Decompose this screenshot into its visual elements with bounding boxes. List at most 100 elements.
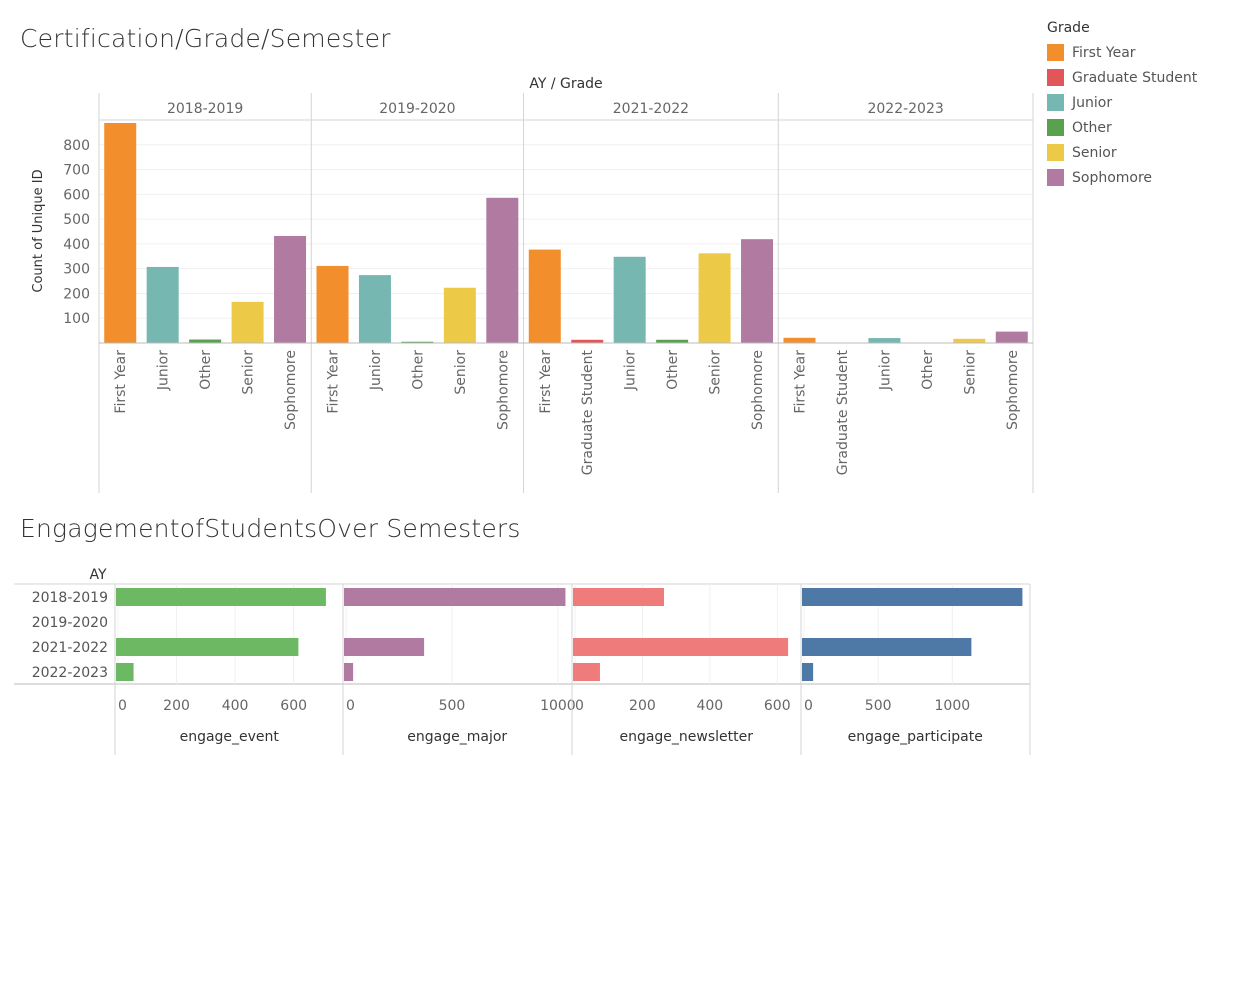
- bar-2022-2023-senior: [953, 338, 986, 343]
- bar-2021-2022-sophomore: [741, 239, 774, 343]
- bar-2019-2020-junior: [358, 275, 391, 343]
- row-label-2022-2023: 2022-2023: [32, 665, 108, 681]
- legend-swatch: [1047, 144, 1064, 161]
- legend-swatch: [1047, 44, 1064, 61]
- x-tick-label: Junior: [623, 350, 639, 391]
- legend-item-junior[interactable]: Junior: [1047, 90, 1197, 115]
- legend-label: Other: [1072, 119, 1112, 136]
- bar-engage-major-2021-2022: [344, 638, 425, 656]
- panel-header-2019-2020: 2019-2020: [379, 101, 455, 117]
- x-tick-label: Senior: [708, 350, 724, 395]
- axis-title-engage-major: engage_major: [407, 729, 507, 745]
- y-tick-label: 300: [63, 262, 90, 278]
- y-tick-label: 500: [63, 212, 90, 228]
- y-tick-label: 400: [63, 237, 90, 253]
- y-tick-label: 600: [63, 187, 90, 203]
- bar-2019-2020-sophomore: [486, 197, 519, 343]
- legend-label: Sophomore: [1072, 169, 1153, 186]
- y-tick-label: 200: [63, 286, 90, 302]
- x-tick-label: 1000: [935, 698, 971, 714]
- legend-swatch: [1047, 94, 1064, 111]
- x-tick-label: Junior: [156, 350, 172, 391]
- legend-item-other[interactable]: Other: [1047, 115, 1197, 140]
- engagement-bar-chart: AY 2018-2019 2019-2020 2021-2022 2022-2023 0 2…: [14, 567, 1031, 755]
- row-label-2019-2020: 2019-2020: [32, 615, 108, 631]
- row-header: AY: [89, 567, 106, 583]
- y-axis-title: Count of Unique ID: [31, 169, 46, 292]
- x-tick-label: 0: [575, 698, 584, 714]
- x-tick-label: First Year: [326, 350, 342, 414]
- bar-2022-2023-junior: [868, 338, 901, 343]
- x-tick-label: Other: [920, 350, 936, 390]
- axis-title-engage-participate: engage_participate: [848, 729, 983, 745]
- bar-engage-event-2018-2019: [116, 588, 326, 606]
- x-tick-label: Sophomore: [1005, 350, 1021, 430]
- x-tick-label: Other: [198, 350, 214, 390]
- x-tick-label: Sophomore: [283, 350, 299, 430]
- bar-engage-participate-2021-2022: [802, 638, 972, 656]
- x-tick-label: 400: [222, 698, 249, 714]
- x-tick-label: Other: [665, 350, 681, 390]
- y-tick-label: 800: [63, 138, 90, 154]
- bar-2018-2019-other: [189, 339, 222, 343]
- x-tick-label: First Year: [538, 350, 554, 414]
- x-tick-label: 600: [764, 698, 791, 714]
- legend-item-graduate-student[interactable]: Graduate Student: [1047, 65, 1197, 90]
- x-tick-label: 0: [346, 698, 355, 714]
- bar-2022-2023-first-year: [783, 337, 816, 343]
- bar-engage-newsletter-2022-2023: [573, 663, 600, 681]
- x-tick-label: Junior: [877, 350, 893, 391]
- axis-title-engage-newsletter: engage_newsletter: [619, 729, 753, 745]
- x-tick-label: 200: [629, 698, 656, 714]
- chart-title-engagement: EngagementofStudentsOver Semesters: [20, 514, 521, 543]
- y-tick-label: 100: [63, 311, 90, 327]
- bar-2018-2019-junior: [146, 266, 179, 343]
- x-tick-label: Senior: [241, 350, 257, 395]
- legend-label: First Year: [1072, 44, 1136, 61]
- bar-2019-2020-first-year: [316, 265, 349, 343]
- axis-title-engage-event: engage_event: [180, 729, 280, 745]
- panel-header-2018-2019: 2018-2019: [167, 101, 243, 117]
- bar-engage-major-2022-2023: [344, 663, 354, 681]
- bar-engage-event-2022-2023: [116, 663, 134, 681]
- x-tick-label: 0: [804, 698, 813, 714]
- bar-engage-participate-2022-2023: [802, 663, 814, 681]
- bar-engage-participate-2018-2019: [802, 588, 1023, 606]
- legend-item-sophomore[interactable]: Sophomore: [1047, 165, 1197, 190]
- x-tick-label: First Year: [793, 350, 809, 414]
- bar-2018-2019-sophomore: [274, 235, 307, 343]
- x-tick-label: Sophomore: [750, 350, 766, 430]
- x-tick-label: Other: [410, 350, 426, 390]
- x-tick-label: 200: [163, 698, 190, 714]
- x-tick-label: 1000: [540, 698, 576, 714]
- legend-swatch: [1047, 169, 1064, 186]
- x-tick-label: First Year: [113, 350, 129, 414]
- bar-2021-2022-first-year: [528, 249, 561, 343]
- panel-header-2022-2023: 2022-2023: [867, 101, 943, 117]
- row-label-2018-2019: 2018-2019: [32, 590, 108, 606]
- legend-label: Junior: [1072, 94, 1113, 111]
- x-tick-label: Junior: [368, 350, 384, 391]
- legend-swatch: [1047, 119, 1064, 136]
- legend-label: Graduate Student: [1072, 69, 1198, 86]
- bar-2018-2019-senior: [231, 301, 264, 343]
- bar-engage-newsletter-2018-2019: [573, 588, 665, 606]
- bar-2021-2022-junior: [613, 256, 646, 343]
- legend-item-first-year[interactable]: First Year: [1047, 40, 1197, 65]
- x-tick-label: 500: [439, 698, 466, 714]
- bar-2018-2019-first-year: [104, 122, 137, 344]
- grade-legend: Grade First Year Graduate Student Junior Ot…: [1047, 20, 1197, 190]
- bar-engage-event-2021-2022: [116, 638, 299, 656]
- legend-item-senior[interactable]: Senior: [1047, 140, 1197, 165]
- bar-2019-2020-senior: [443, 287, 476, 343]
- x-tick-label: Sophomore: [495, 350, 511, 430]
- x-tick-label: Graduate Student: [580, 349, 596, 475]
- bar-engage-major-2018-2019: [344, 588, 566, 606]
- x-tick-label: Senior: [962, 350, 978, 395]
- column-header: AY / Grade: [529, 76, 602, 92]
- x-tick-label: 0: [118, 698, 127, 714]
- y-tick-label: 700: [63, 163, 90, 179]
- row-label-2021-2022: 2021-2022: [32, 640, 108, 656]
- x-tick-label: 400: [696, 698, 723, 714]
- x-tick-label: 600: [280, 698, 307, 714]
